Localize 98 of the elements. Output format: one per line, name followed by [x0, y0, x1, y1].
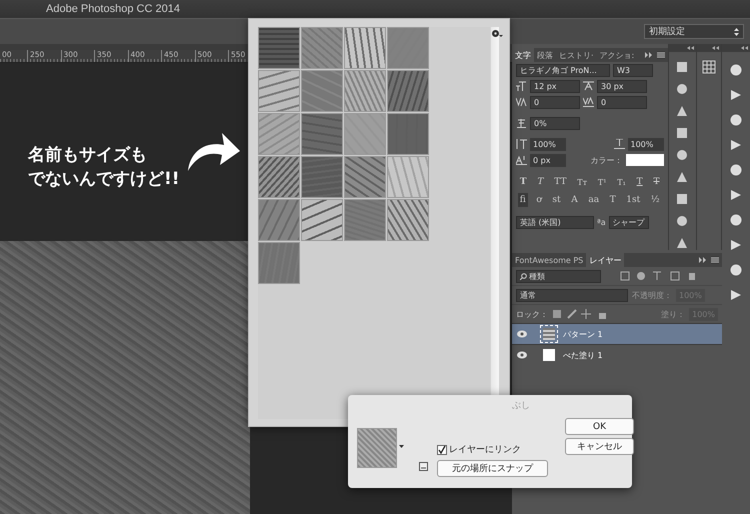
- pattern-swatch[interactable]: [301, 70, 343, 112]
- blend-mode-dropdown[interactable]: 通常: [516, 288, 628, 302]
- leading-icon: [583, 81, 594, 91]
- window-title: Adobe Photoshop CC 2014: [46, 3, 180, 15]
- search-icon: [520, 272, 527, 280]
- opentype-button[interactable]: ½: [648, 193, 662, 207]
- text-style-button[interactable]: T: [518, 175, 529, 189]
- text-style-button[interactable]: T: [634, 175, 645, 189]
- workspace-dropdown[interactable]: 初期設定: [644, 24, 744, 39]
- text-style-button[interactable]: TT: [552, 175, 568, 189]
- checkbox-label: レイヤーにリンク: [449, 444, 521, 456]
- pattern-swatch[interactable]: [258, 27, 300, 69]
- pattern-swatch[interactable]: [387, 70, 429, 112]
- pattern-swatch[interactable]: [344, 113, 386, 155]
- layer-name: パターン 1: [563, 328, 603, 340]
- panel-tab[interactable]: アクショ:: [596, 48, 638, 62]
- text-style-button[interactable]: Tт: [575, 175, 590, 189]
- font-size-field[interactable]: 12 px: [530, 80, 580, 92]
- dialog-button[interactable]: OK: [565, 418, 634, 435]
- pattern-swatch[interactable]: [258, 242, 300, 284]
- panel-tab[interactable]: ヒストリ·: [556, 48, 597, 62]
- pattern-swatch[interactable]: [258, 156, 300, 198]
- tsume-field[interactable]: 0%: [530, 116, 580, 130]
- pattern-swatch[interactable]: [344, 27, 386, 69]
- pattern-swatch[interactable]: [387, 113, 429, 155]
- eye-icon[interactable]: [517, 330, 527, 338]
- pattern-swatch[interactable]: [387, 199, 429, 241]
- pattern-swatch[interactable]: [387, 27, 429, 69]
- opentype-button[interactable]: fi: [518, 193, 528, 207]
- font-style-dropdown[interactable]: W3: [613, 64, 653, 76]
- eye-icon[interactable]: [517, 351, 527, 359]
- layer-name: べた塗り 1: [563, 350, 603, 360]
- pattern-swatch[interactable]: [258, 113, 300, 155]
- pattern-swatch[interactable]: [344, 199, 386, 241]
- antialias-label: ªa: [597, 218, 606, 226]
- layer-row[interactable]: パターン 1: [512, 323, 722, 344]
- opentype-button[interactable]: aa: [586, 193, 602, 207]
- tsume-icon: [516, 118, 527, 128]
- collapse-bar[interactable]: [668, 44, 696, 52]
- panel-menu-icon[interactable]: [699, 257, 719, 263]
- vertical-scale-icon: [516, 139, 527, 149]
- caret-icon[interactable]: [399, 445, 404, 448]
- dialog-title: ぶし: [512, 400, 530, 412]
- panel-tab[interactable]: 段落: [534, 48, 556, 62]
- opentype-button[interactable]: 1st: [624, 193, 642, 207]
- new-preset-icon[interactable]: [419, 462, 428, 471]
- tracking-icon: [583, 97, 594, 107]
- panel-tab[interactable]: レイヤー: [586, 253, 624, 267]
- layer-thumbnail: [543, 349, 555, 361]
- opentype-button[interactable]: st: [550, 193, 563, 207]
- font-size-icon: [516, 81, 527, 91]
- layer-thumbnail: [543, 328, 555, 340]
- horizontal-scale-field[interactable]: 100%: [628, 138, 664, 150]
- text-style-button[interactable]: T¹: [596, 175, 608, 189]
- text-style-button[interactable]: T: [651, 175, 662, 189]
- pattern-thumbnail[interactable]: [357, 428, 397, 468]
- kerning-icon: [516, 97, 527, 107]
- pattern-swatch[interactable]: [301, 199, 343, 241]
- kerning-field[interactable]: 0: [530, 96, 580, 108]
- panel-menu-icon[interactable]: [644, 52, 664, 58]
- pattern-swatch[interactable]: [301, 156, 343, 198]
- text-style-button[interactable]: T: [535, 175, 546, 189]
- stepper-icon: [734, 28, 739, 36]
- panel-tab[interactable]: FontAwesome PS: [512, 253, 586, 267]
- collapse-bar[interactable]: [722, 44, 750, 52]
- opacity-label: 不透明度：: [632, 290, 672, 300]
- panel-tab[interactable]: 文字: [512, 48, 534, 62]
- link-checkbox[interactable]: [437, 444, 447, 454]
- color-label: カラー：: [590, 154, 622, 166]
- pattern-swatch[interactable]: [258, 70, 300, 112]
- baseline-shift-field[interactable]: 0 px: [530, 154, 566, 166]
- horizontal-scale-icon: [614, 139, 624, 149]
- font-family-dropdown[interactable]: ヒラギノ角ゴ ProN...: [516, 64, 610, 76]
- text-style-button[interactable]: T₁: [615, 175, 628, 189]
- tracking-field[interactable]: 0: [597, 96, 647, 108]
- lock-label: ロック：: [516, 308, 548, 320]
- pattern-swatch[interactable]: [344, 156, 386, 198]
- vertical-scale-field[interactable]: 100%: [530, 138, 566, 150]
- opentype-button[interactable]: A: [569, 193, 580, 207]
- snap-button[interactable]: 元の場所にスナップ: [437, 460, 548, 477]
- language-dropdown[interactable]: 英語 (米国): [516, 216, 594, 228]
- annotation-text: 名前もサイズも でないんですけど!!: [28, 144, 180, 191]
- filter-dropdown[interactable]: 種類: [516, 270, 601, 282]
- pattern-swatch[interactable]: [301, 27, 343, 69]
- collapse-bar[interactable]: [697, 44, 721, 52]
- fill-label: 塗り：: [661, 308, 686, 320]
- opentype-button[interactable]: T: [608, 193, 618, 207]
- antialias-dropdown[interactable]: シャープ: [608, 216, 649, 228]
- color-swatch[interactable]: [626, 154, 664, 166]
- settings-icon[interactable]: [491, 29, 503, 38]
- pattern-swatch[interactable]: [344, 70, 386, 112]
- leading-field[interactable]: 30 px: [597, 80, 647, 92]
- opentype-button[interactable]: ơ: [534, 193, 544, 207]
- pattern-swatch[interactable]: [301, 113, 343, 155]
- pattern-swatch[interactable]: [258, 199, 300, 241]
- dialog-button[interactable]: キャンセル: [565, 438, 634, 455]
- pattern-swatch[interactable]: [387, 156, 429, 198]
- baseline-shift-icon: [516, 155, 527, 165]
